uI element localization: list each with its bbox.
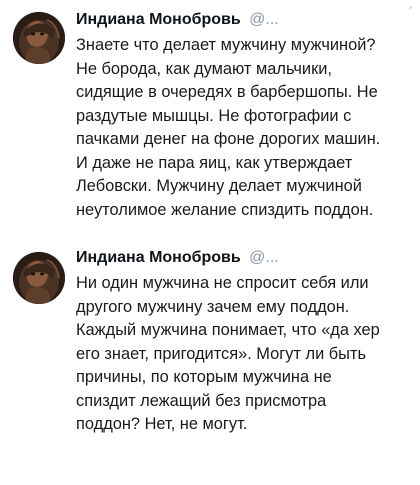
tweet-text: Ни один мужчина не спросит себя или друг… — [76, 272, 412, 437]
tweet-text: Знаете что делает мужчину мужчиной? Не б… — [76, 34, 412, 222]
avatar[interactable] — [13, 252, 65, 304]
tweet-text-line: И даже не пара яиц, как утверждает — [76, 153, 353, 172]
tweet-text-line: Ни один мужчина не спросит себя или — [76, 274, 369, 292]
tweet-text-line: Знаете что делает мужчину мужчиной? — [76, 36, 376, 54]
tweet-text-line: Каждый мужчина понимает, что «да хер — [76, 321, 380, 339]
tweet-text-line: причины, по которым мужчина не — [76, 368, 332, 386]
tweet-text-line: другого мужчину зачем ему поддон. — [76, 297, 350, 316]
tweet-content: Индиана Монобровь @... Знаете что делает… — [76, 8, 412, 222]
tweet-header: Индиана Монобровь @... — [76, 246, 412, 270]
avatar[interactable] — [13, 12, 65, 64]
tweet[interactable]: Индиана Монобровь @... Знаете что делает… — [0, 0, 420, 232]
author-handle[interactable]: @... — [249, 249, 279, 266]
tweet-content: Индиана Монобровь @... Ни один мужчина н… — [76, 246, 412, 437]
tweet-text-line: спиздит лежащий без присмотра — [76, 391, 327, 410]
tweet-text-line: поддон? Нет, не могут. — [76, 415, 248, 433]
author-name[interactable]: Индиана Монобровь — [76, 249, 241, 266]
tweet[interactable]: Индиана Монобровь @... Ни один мужчина н… — [0, 244, 420, 474]
tweet-text-line: его знает, пригодится». Могут ли быть — [76, 344, 366, 363]
tweet-text-line: пачками денег на фоне дорогих машин. — [76, 130, 381, 148]
author-name[interactable]: Индиана Монобровь — [76, 11, 241, 28]
avatar-image — [13, 252, 65, 304]
tweet-text-line: раздутые мышцы. Не фотографии с — [76, 106, 352, 125]
tweet-text-line: Не борода, как думают мальчики, — [76, 59, 332, 78]
tweet-header: Индиана Монобровь @... — [76, 8, 412, 32]
author-handle[interactable]: @... — [249, 11, 279, 28]
tweet-text-line: неутолимое желание спиздить поддон. — [76, 200, 374, 219]
tweet-text-line: Лебовски. Мужчину делает мужчиной — [76, 177, 362, 195]
avatar-image — [13, 12, 65, 64]
tweet-text-line: сидящие в очередях в барбершопы. Не — [76, 83, 378, 101]
